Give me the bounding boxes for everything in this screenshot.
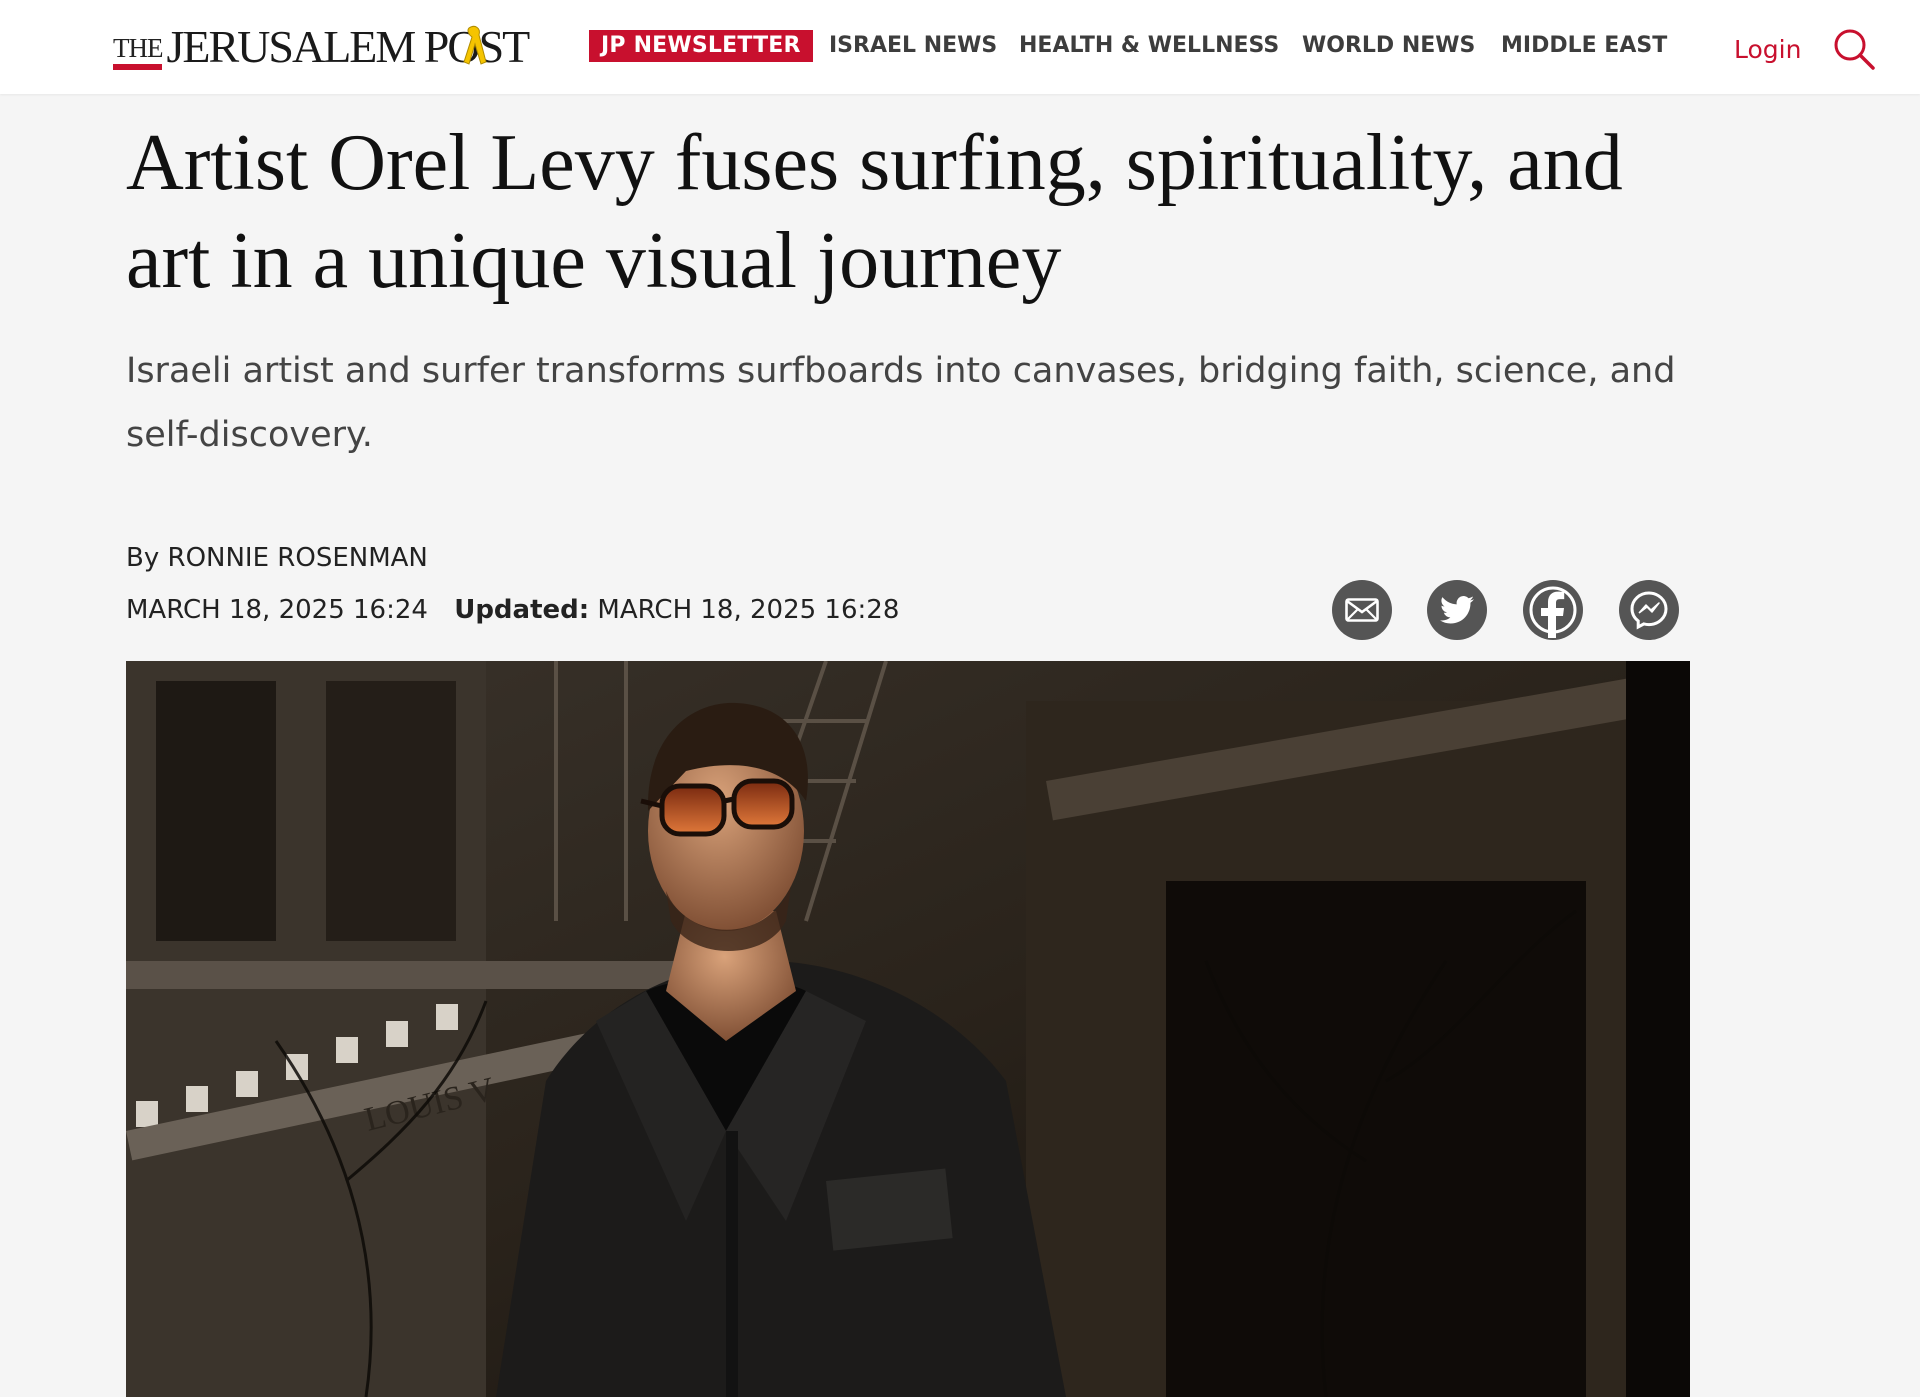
- search-icon[interactable]: [1832, 27, 1876, 71]
- byline: By RONNIE ROSENMAN: [126, 540, 428, 576]
- share-messenger-button[interactable]: [1619, 580, 1679, 640]
- updated-date: MARCH 18, 2025 16:28: [597, 595, 900, 625]
- published-date: MARCH 18, 2025 16:24: [126, 595, 428, 625]
- nav-health-wellness[interactable]: HEALTH & WELLNESS: [1019, 30, 1279, 62]
- newsletter-button[interactable]: JP NEWSLETTER: [589, 30, 813, 62]
- share-email-button[interactable]: [1332, 580, 1392, 640]
- email-icon: [1345, 598, 1379, 622]
- article-dates: MARCH 18, 2025 16:24 Updated: MARCH 18, …: [126, 592, 899, 628]
- updated-label: Updated:: [454, 595, 590, 625]
- nav-israel-news[interactable]: ISRAEL NEWS: [829, 30, 997, 62]
- article-subheadline: Israeli artist and surfer transforms sur…: [126, 351, 1676, 455]
- byline-prefix: By: [126, 543, 160, 573]
- login-link[interactable]: Login: [1734, 32, 1801, 68]
- nav-middle-east[interactable]: MIDDLE EAST: [1501, 30, 1667, 62]
- share-twitter-button[interactable]: [1427, 580, 1487, 640]
- site-header: THE JERUSALEM POST JP NEWSLETTER ISRAEL …: [0, 0, 1920, 94]
- yellow-ribbon-icon: [463, 25, 487, 65]
- messenger-icon: [1630, 591, 1668, 630]
- facebook-icon: [1529, 586, 1577, 638]
- nav-world-news[interactable]: WORLD NEWS: [1302, 30, 1475, 62]
- article-headline: Artist Orel Levy fuses surfing, spiritua…: [126, 119, 1623, 305]
- twitter-icon: [1440, 596, 1474, 624]
- share-facebook-button[interactable]: [1523, 580, 1583, 640]
- author-name[interactable]: RONNIE ROSENMAN: [168, 543, 428, 573]
- logo-the: THE: [113, 35, 163, 74]
- hero-image: LOUIS V: [126, 661, 1690, 1397]
- hero-photo: LOUIS V: [126, 661, 1690, 1397]
